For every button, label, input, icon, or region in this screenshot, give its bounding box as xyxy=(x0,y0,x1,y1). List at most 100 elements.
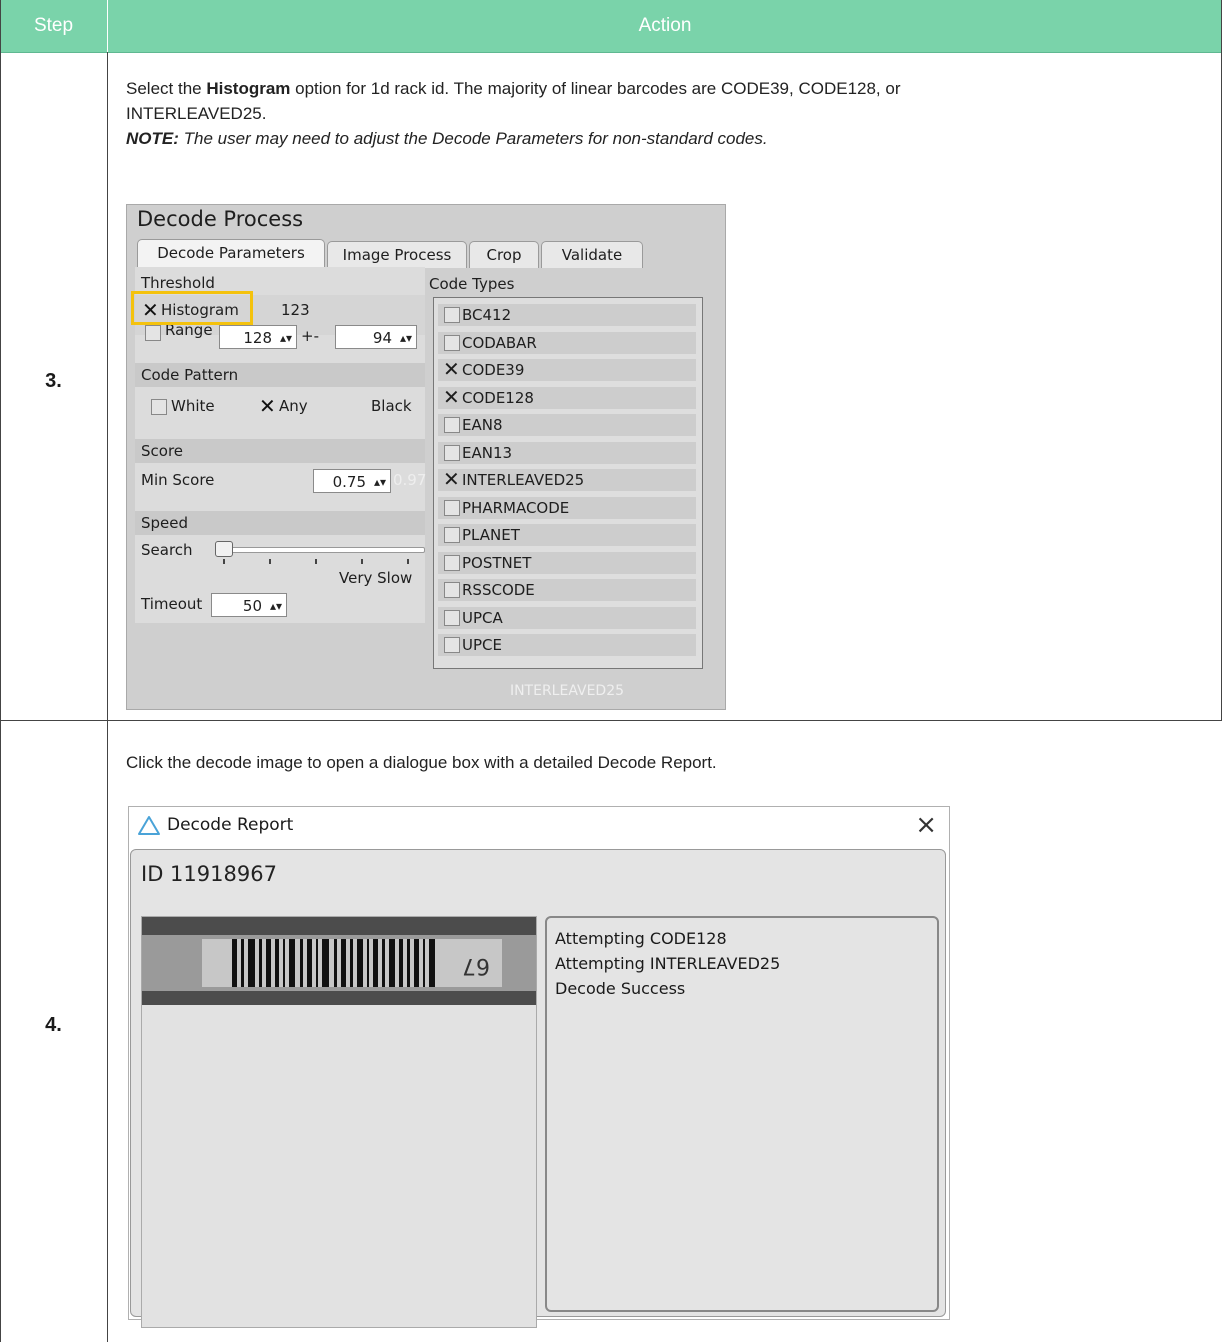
spin-arrows-icon[interactable]: ▴▾ xyxy=(374,470,386,494)
barcode-image[interactable]: 67 xyxy=(142,917,536,1005)
code-type-label: CODE128 xyxy=(462,388,534,407)
log-line: Attempting INTERLEAVED25 xyxy=(555,954,781,973)
plus-minus-label: +- xyxy=(301,327,319,345)
search-level-label: Very Slow xyxy=(339,569,413,587)
any-label: Any xyxy=(279,397,308,415)
histogram-value: 123 xyxy=(281,301,310,319)
panel-title: Decode Process xyxy=(137,207,304,231)
any-checkbox-checked[interactable]: ✕ xyxy=(259,396,276,416)
code-type-label: PLANET xyxy=(462,526,520,544)
checkbox[interactable] xyxy=(444,417,460,433)
code-type-item[interactable]: BC412 xyxy=(438,304,696,326)
code-type-label: UPCE xyxy=(462,636,502,654)
timeout-label: Timeout xyxy=(141,595,203,613)
code-type-label: EAN13 xyxy=(462,443,513,462)
close-icon[interactable]: × xyxy=(915,811,937,839)
code-types-footer: INTERLEAVED25 xyxy=(509,683,625,699)
checkbox[interactable] xyxy=(444,637,460,653)
note-text: The user may need to adjust the Decode P… xyxy=(178,129,768,148)
spin-arrows-icon[interactable]: ▴▾ xyxy=(280,326,292,350)
note: NOTE: The user may need to adjust the De… xyxy=(126,129,768,148)
checked-checkbox-icon[interactable]: ✕ xyxy=(443,359,460,379)
decode-report-dialog: Decode Report × ID 11918967 67 Attemptin… xyxy=(128,806,950,1328)
barcode-digits: 67 xyxy=(462,953,490,978)
decode-log: Attempting CODE128 Attempting INTERLEAVE… xyxy=(545,916,939,1312)
row-divider xyxy=(0,720,1222,721)
code-type-label: POSTNET xyxy=(462,553,532,572)
slider-tick xyxy=(407,559,409,564)
code-types-list: BC412 CODABAR ✕ CODE39 ✕ CODE128 EAN8 EAN13 ✕ INT… xyxy=(433,297,703,669)
code-type-item[interactable]: PHARMACODE xyxy=(438,496,696,519)
code-type-item[interactable]: ✕ CODE128 xyxy=(438,386,696,409)
decode-process-panel: Decode Process Decode Parameters Image P… xyxy=(126,204,726,710)
log-line: Decode Success xyxy=(555,979,686,998)
checkbox[interactable] xyxy=(444,609,460,626)
decode-image-panel[interactable]: 67 xyxy=(141,916,537,1328)
slider-tick xyxy=(223,559,225,564)
tab-crop[interactable]: Crop xyxy=(469,241,539,268)
instruction-bold: Histogram xyxy=(206,79,291,98)
checkbox[interactable] xyxy=(444,527,460,543)
checked-checkbox-icon[interactable]: ✕ xyxy=(443,387,460,407)
code-type-label: EAN8 xyxy=(462,416,503,434)
tab-decode-parameters[interactable]: Decode Parameters xyxy=(137,239,325,270)
timeout-spinbox[interactable]: 50 ▴▾ xyxy=(211,593,287,617)
code-type-item[interactable]: EAN8 xyxy=(438,414,696,436)
checkbox[interactable] xyxy=(444,554,460,571)
checkbox[interactable] xyxy=(444,444,460,461)
column-divider xyxy=(107,52,108,1342)
spin-arrows-icon[interactable]: ▴▾ xyxy=(400,326,412,350)
code-type-item[interactable]: ✕ CODE39 xyxy=(438,359,696,381)
step-3-instruction: Select the Histogram option for 1d rack … xyxy=(126,76,1206,151)
code-type-label: BC412 xyxy=(462,306,512,324)
histogram-highlight-box xyxy=(131,291,253,325)
code-type-item[interactable]: ✕ INTERLEAVED25 xyxy=(438,469,696,491)
code-type-item[interactable]: EAN13 xyxy=(438,441,696,464)
slider-tick xyxy=(315,559,317,564)
slider-thumb[interactable] xyxy=(215,541,233,557)
code-pattern-section-label: Code Pattern xyxy=(135,363,425,387)
score-readout: 0.97 xyxy=(393,471,427,489)
code-type-label: PHARMACODE xyxy=(462,498,570,517)
code-type-item[interactable]: UPCE xyxy=(438,634,696,656)
table-header: Step Action xyxy=(0,0,1222,53)
log-line: Attempting CODE128 xyxy=(555,929,727,948)
range-spinbox[interactable]: 128 ▴▾ xyxy=(219,325,297,349)
checkbox[interactable] xyxy=(444,582,460,598)
spin-arrows-icon[interactable]: ▴▾ xyxy=(270,594,282,618)
code-type-item[interactable]: CODABAR xyxy=(438,331,696,354)
step-4-instruction: Click the decode image to open a dialogu… xyxy=(126,753,717,772)
speed-section-label: Speed xyxy=(135,511,425,535)
code-type-item[interactable]: RSSCODE xyxy=(438,579,696,601)
checkbox[interactable] xyxy=(444,499,460,516)
plus-minus-value: 94 xyxy=(372,329,392,347)
search-label: Search xyxy=(141,541,193,559)
checkbox[interactable] xyxy=(444,307,460,323)
procedure-table: Step Action 3. Select the Histogram opti… xyxy=(0,0,1222,1342)
timeout-value: 50 xyxy=(242,597,262,615)
code-type-label: CODE39 xyxy=(462,361,525,379)
tab-validate[interactable]: Validate xyxy=(541,241,643,268)
white-checkbox[interactable] xyxy=(151,399,167,415)
slider-track[interactable] xyxy=(217,547,425,553)
code-type-label: UPCA xyxy=(462,608,503,627)
min-score-spinbox[interactable]: 0.75 ▴▾ xyxy=(313,469,391,493)
tab-image-process[interactable]: Image Process xyxy=(327,241,467,268)
plus-minus-spinbox[interactable]: 94 ▴▾ xyxy=(335,325,417,349)
white-label: White xyxy=(171,397,215,415)
step-number: 4. xyxy=(45,1014,62,1036)
note-label: NOTE: xyxy=(126,129,179,148)
code-type-item[interactable]: PLANET xyxy=(438,524,696,546)
checked-checkbox-icon[interactable]: ✕ xyxy=(443,469,460,489)
min-score-value: 0.75 xyxy=(332,473,366,491)
instruction-text: option for 1d rack id. The majority of l… xyxy=(290,79,901,98)
instruction-text: Select the xyxy=(126,79,207,98)
table-border-left xyxy=(0,0,1,1342)
code-type-item[interactable]: UPCA xyxy=(438,606,696,629)
black-label: Black xyxy=(371,397,412,415)
step-number: 3. xyxy=(45,370,62,392)
range-value: 128 xyxy=(243,329,272,347)
range-checkbox[interactable] xyxy=(145,325,161,341)
checkbox[interactable] xyxy=(444,334,460,351)
code-type-item[interactable]: POSTNET xyxy=(438,551,696,574)
